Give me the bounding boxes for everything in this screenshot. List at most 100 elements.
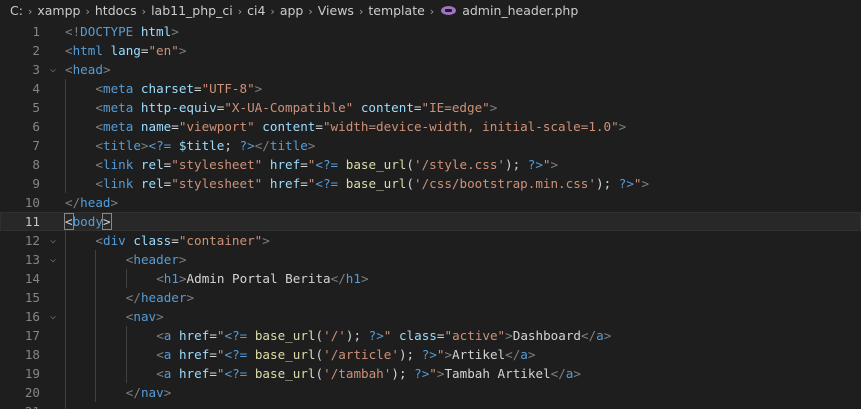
- indent-guide: [65, 383, 66, 402]
- code-line[interactable]: 2 <html lang="en">: [0, 41, 861, 60]
- code-token: content: [360, 100, 414, 115]
- code-line[interactable]: 1 <!DOCTYPE html>: [0, 22, 861, 41]
- code-line[interactable]: 13 ⌵ <header>: [0, 250, 861, 269]
- code-token: ": [216, 366, 225, 381]
- code-line[interactable]: 11 <body>: [0, 212, 861, 231]
- code-token: h1: [163, 271, 179, 286]
- code-token: head: [72, 62, 103, 77]
- code-token: );: [398, 347, 422, 362]
- code-line[interactable]: 19 <a href="<?= base_url('/tambah'); ?>">…: [0, 364, 861, 383]
- fold-chevron-icon[interactable]: ⌵: [47, 60, 59, 79]
- code-token: href: [178, 366, 210, 381]
- code-line[interactable]: 16 ⌵ <nav>: [0, 307, 861, 326]
- code-line[interactable]: 17 <a href="<?= base_url('/'); ?>" class=…: [0, 326, 861, 345]
- line-number: 9: [32, 176, 40, 191]
- code-text: <h1>Admin Portal Berita</h1>: [156, 269, 368, 288]
- code-token: link: [102, 157, 134, 172]
- breadcrumb-item[interactable]: C:: [10, 3, 23, 18]
- breadcrumb-item[interactable]: admin_header.php: [462, 3, 578, 18]
- code-token: body: [72, 214, 103, 229]
- code-token: class: [133, 233, 172, 248]
- code-token: nav: [133, 309, 157, 324]
- code-token: base_url: [345, 157, 407, 172]
- code-text: <link rel="stylesheet" href="<?= base_ur…: [95, 174, 649, 193]
- code-line[interactable]: 6 <meta name="viewport" content="width=de…: [0, 117, 861, 136]
- code-token: =: [171, 119, 179, 134]
- indent-guide: [65, 136, 66, 155]
- code-token: http-equiv: [140, 100, 217, 115]
- code-line[interactable]: 20 </nav>: [0, 383, 861, 402]
- line-number: 17: [24, 328, 40, 343]
- code-token: ?>: [368, 328, 384, 343]
- breadcrumb-item[interactable]: app: [280, 3, 304, 18]
- fold-chevron-icon[interactable]: ⌵: [47, 307, 59, 326]
- code-token: base_url: [345, 176, 407, 191]
- code-token: h1: [345, 271, 361, 286]
- fold-chevron-icon[interactable]: ⌵: [47, 231, 59, 250]
- code-line[interactable]: 5 <meta http-equiv = "X-UA-Compatible" cont…: [0, 98, 861, 117]
- code-line[interactable]: 15 </header>: [0, 288, 861, 307]
- breadcrumb-item[interactable]: Views: [318, 3, 354, 18]
- code-token: >: [163, 385, 172, 400]
- code-token: ?>: [421, 347, 437, 362]
- code-text: <html lang="en">: [65, 41, 186, 60]
- code-token: $title: [178, 138, 225, 153]
- code-line[interactable]: 7 <title><?= $title; ?></title>: [0, 136, 861, 155]
- chevron-right-icon: ›: [308, 5, 313, 18]
- code-token: >: [156, 309, 164, 324]
- code-token: base_url: [254, 366, 316, 381]
- code-token: <?=: [224, 347, 248, 362]
- code-line[interactable]: 9 <link rel="stylesheet" href="<?= base_u…: [0, 174, 861, 193]
- breadcrumb-item[interactable]: ci4: [247, 3, 265, 18]
- code-line[interactable]: 21: [0, 402, 861, 409]
- code-token: >: [573, 366, 581, 381]
- code-editor[interactable]: 1 <!DOCTYPE html> 2 <html lang="en"> 3 ⌵ <head…: [0, 22, 861, 409]
- code-token: =: [300, 157, 308, 172]
- code-token: "stylesheet": [171, 176, 263, 191]
- line-number: 4: [32, 81, 40, 96]
- code-line[interactable]: 12 ⌵ <div class="container">: [0, 231, 861, 250]
- fold-chevron-icon[interactable]: ⌵: [47, 250, 59, 269]
- code-line[interactable]: 14 <h1>Admin Portal Berita</h1>: [0, 269, 861, 288]
- code-token: <?=: [315, 176, 339, 191]
- code-token: >: [550, 157, 559, 172]
- breadcrumb-item[interactable]: xampp: [37, 3, 80, 18]
- indent-guide: [125, 364, 127, 383]
- code-line[interactable]: 4 <meta charset="UTF-8">: [0, 79, 861, 98]
- code-line[interactable]: 18 <a href="<?= base_url('/article'); ?>"…: [0, 345, 861, 364]
- line-number: 6: [32, 119, 40, 134]
- code-line[interactable]: 3 ⌵ <head>: [0, 60, 861, 79]
- code-token: <: [156, 347, 164, 362]
- breadcrumb-item[interactable]: lab11_php_ci: [151, 3, 233, 18]
- code-token: );: [345, 328, 369, 343]
- chevron-right-icon: ›: [237, 5, 243, 18]
- code-token: ?>: [414, 366, 430, 381]
- code-token: >: [186, 290, 195, 305]
- code-token: >: [505, 328, 513, 343]
- code-token: class: [398, 328, 437, 343]
- indent-guide: [65, 307, 66, 326]
- code-token: Dashboard: [512, 328, 581, 343]
- code-token: "IE=edge": [421, 100, 490, 115]
- breadcrumb-item[interactable]: template: [368, 3, 424, 18]
- indent-guide: [65, 402, 66, 409]
- code-token: <: [95, 119, 103, 134]
- code-line[interactable]: 10 </head>: [0, 193, 861, 212]
- code-token: header: [140, 290, 187, 305]
- indent-guide: [65, 364, 66, 383]
- code-token: <: [95, 233, 103, 248]
- breadcrumb-item[interactable]: htdocs: [95, 3, 137, 18]
- code-token: >: [254, 81, 263, 96]
- code-token: </: [581, 328, 597, 343]
- code-token: </: [65, 195, 81, 210]
- code-token: =: [413, 100, 422, 115]
- code-token: ": [216, 328, 225, 343]
- code-line[interactable]: 8 <link rel="stylesheet" href="<?= base_u…: [0, 155, 861, 174]
- indent-guide: [95, 269, 97, 288]
